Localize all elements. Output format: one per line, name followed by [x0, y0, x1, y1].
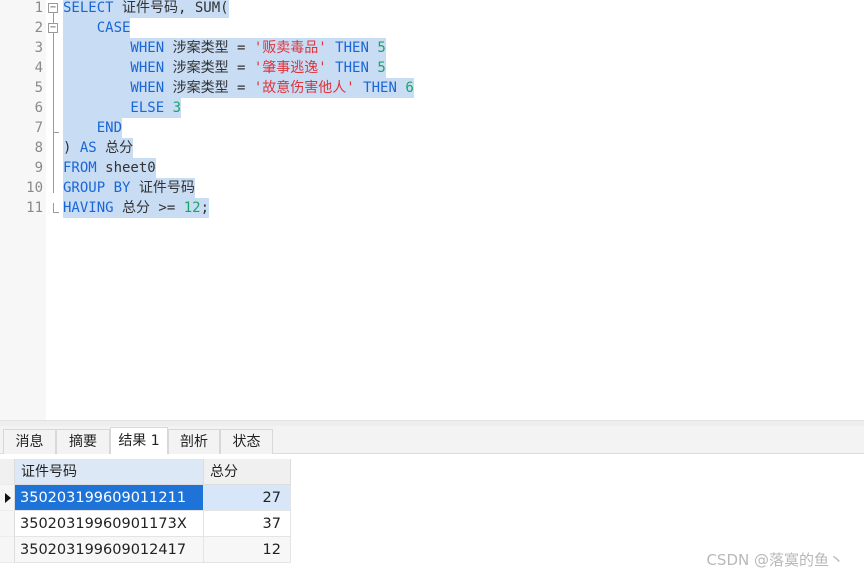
fold-guide [53, 33, 54, 128]
table-cell[interactable]: 27 [204, 485, 291, 511]
code-token: 5 [377, 60, 386, 76]
code-line[interactable]: 1 SELECT 证件号码, SUM( [0, 0, 864, 18]
code-token: 总分 [96, 140, 134, 156]
code-token: GROUP BY [63, 180, 131, 196]
line-number: 2 [34, 20, 43, 36]
line-number: 6 [34, 100, 43, 116]
code-token: WHEN [63, 60, 165, 76]
tab-result-1[interactable]: 结果 1 [110, 427, 168, 454]
line-number: 9 [34, 160, 43, 176]
code-token: 涉案类型 = [164, 60, 254, 76]
code-token: THEN [354, 80, 397, 96]
code-line[interactable]: 4 WHEN 涉案类型 = '肇事逃逸' THEN 5 [0, 58, 864, 78]
fold-toggle-icon[interactable]: − [48, 23, 58, 33]
code-token: sheet0 [96, 160, 156, 176]
code-token: WHEN [63, 40, 165, 56]
table-cell[interactable]: 350203199609012417 [15, 537, 204, 563]
line-number: 11 [26, 200, 43, 216]
code-text: HAVING 总分 >= 12; [63, 198, 210, 218]
code-line[interactable]: 11 HAVING 总分 >= 12; [0, 198, 864, 218]
code-line[interactable]: 3 WHEN 涉案类型 = '贩卖毒品' THEN 5 [0, 38, 864, 58]
code-line[interactable]: 9 FROM sheet0 [0, 158, 864, 178]
column-header-total-score[interactable]: 总分 [204, 459, 291, 485]
code-text: WHEN 涉案类型 = '贩卖毒品' THEN 5 [63, 38, 386, 58]
code-line[interactable]: 6 ELSE 3 [0, 98, 864, 118]
code-token: AS [71, 140, 97, 156]
table-cell[interactable]: 37 [204, 511, 291, 537]
code-token: 6 [405, 80, 414, 96]
code-token: 证件号码 [130, 180, 195, 196]
code-token: ELSE [63, 100, 165, 116]
code-text: WHEN 涉案类型 = '肇事逃逸' THEN 5 [63, 58, 386, 78]
code-text: CASE [63, 18, 131, 38]
table-cell[interactable]: 350203199609011211 [15, 485, 204, 511]
line-number: 8 [34, 140, 43, 156]
code-token: END [63, 120, 123, 136]
code-line[interactable]: 8 ) AS 总分 [0, 138, 864, 158]
code-line[interactable]: 10 GROUP BY 证件号码 [0, 178, 864, 198]
row-marker[interactable] [0, 485, 15, 511]
fold-end-marker [53, 203, 59, 213]
code-token: FROM [63, 160, 97, 176]
fold-end-marker [53, 123, 59, 133]
code-token: '肇事逃逸' [253, 60, 327, 76]
code-token: HAVING [63, 200, 114, 216]
code-text: WHEN 涉案类型 = '故意伤害他人' THEN 6 [63, 78, 414, 98]
code-token: SELECT [63, 0, 114, 16]
row-marker[interactable] [0, 537, 15, 563]
code-token: 涉案类型 = [164, 40, 254, 56]
code-token: 证件号码, SUM( [113, 0, 229, 16]
code-line[interactable]: 2 CASE [0, 18, 864, 38]
code-token: 涉案类型 = [164, 80, 254, 96]
code-token: THEN [326, 60, 369, 76]
current-row-arrow-icon [5, 493, 11, 503]
line-number: 5 [34, 80, 43, 96]
row-marker[interactable] [0, 511, 15, 537]
column-header-id-number[interactable]: 证件号码 [15, 459, 204, 485]
line-number: 7 [34, 120, 43, 136]
code-token: '贩卖毒品' [253, 40, 327, 56]
tab-messages[interactable]: 消息 [3, 429, 56, 454]
code-text: ) AS 总分 [63, 138, 134, 158]
code-token: '故意伤害他人' [253, 80, 355, 96]
code-token: 3 [172, 100, 182, 116]
code-text: GROUP BY 证件号码 [63, 178, 195, 198]
code-token: 12 [183, 200, 201, 216]
code-line[interactable]: 5 WHEN 涉案类型 = '故意伤害他人' THEN 6 [0, 78, 864, 98]
code-text: END [63, 118, 123, 138]
result-tabs: 消息 摘要 结果 1 剖析 状态 [0, 426, 864, 454]
code-text: ELSE 3 [63, 98, 182, 118]
code-line[interactable]: 7 END [0, 118, 864, 138]
code-text: SELECT 证件号码, SUM( [63, 0, 229, 18]
tab-summary[interactable]: 摘要 [56, 429, 110, 454]
grid-corner [0, 459, 15, 485]
code-token: THEN [326, 40, 369, 56]
code-text: FROM sheet0 [63, 158, 156, 178]
fold-toggle-icon[interactable]: − [48, 3, 58, 13]
code-token: ; [200, 200, 210, 216]
code-token: CASE [63, 20, 131, 36]
sql-editor[interactable]: 1 SELECT 证件号码, SUM(2 CASE 3 WHEN 涉案类型 = '贩… [0, 0, 864, 420]
watermark: CSDN @落寞的鱼丶 [706, 551, 844, 569]
tab-status[interactable]: 状态 [220, 429, 273, 454]
fold-guide [53, 133, 54, 193]
line-number: 4 [34, 60, 43, 76]
table-cell[interactable]: 12 [204, 537, 291, 563]
line-number: 3 [34, 40, 43, 56]
code-token: WHEN [63, 80, 165, 96]
code-token: 5 [377, 40, 386, 56]
line-number: 10 [26, 180, 43, 196]
table-cell[interactable]: 35020319960901173X [15, 511, 204, 537]
tab-profile[interactable]: 剖析 [168, 429, 220, 454]
code-token: 总分 >= [113, 200, 184, 216]
line-number: 1 [34, 0, 43, 16]
